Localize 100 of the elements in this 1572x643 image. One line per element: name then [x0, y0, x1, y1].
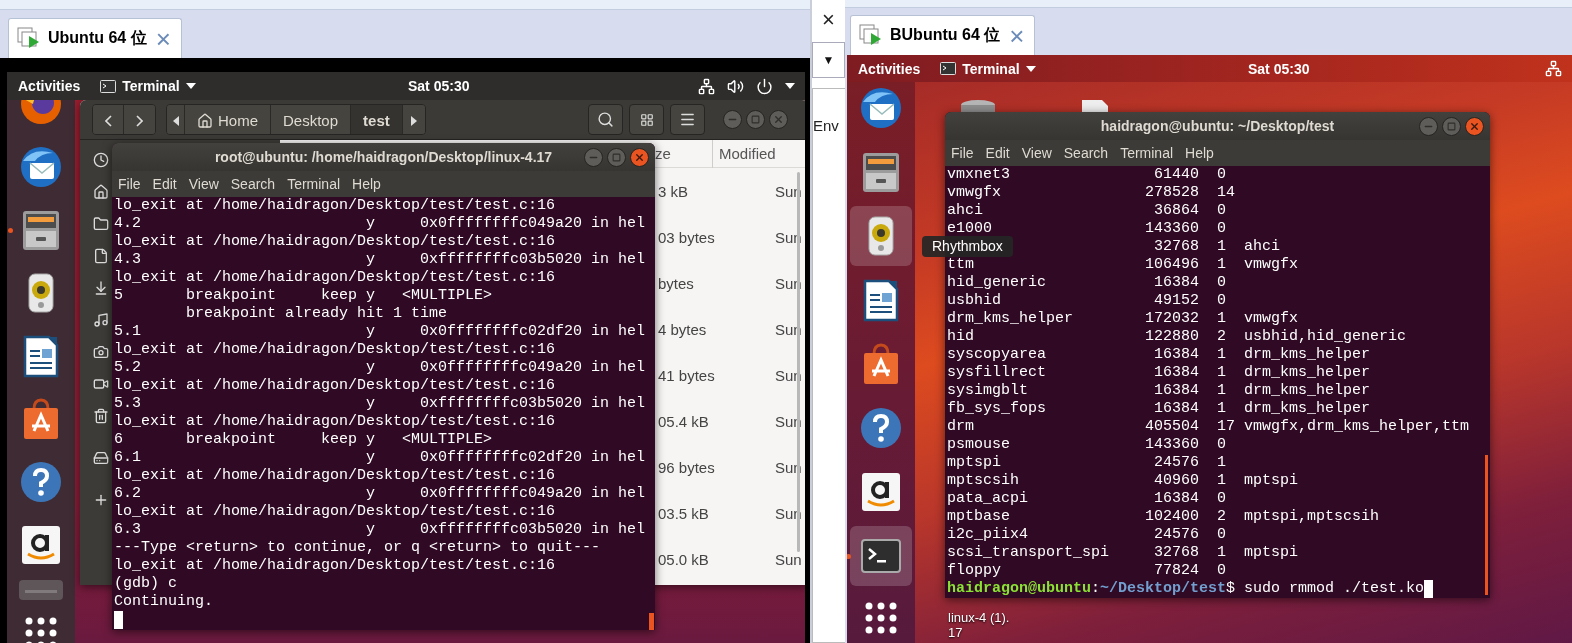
app-menu[interactable]: Terminal — [100, 78, 196, 94]
menu-item[interactable]: Edit — [985, 145, 1010, 161]
clock[interactable]: Sat 05:30 — [1248, 60, 1310, 77]
vm-icon — [17, 26, 41, 51]
terminal-line: sysfillrect 16384 1 drm_kms_helper — [947, 364, 1371, 382]
download-icon[interactable] — [93, 280, 109, 296]
menu-item[interactable]: Help — [352, 176, 381, 192]
file-size: 3 kB — [658, 182, 689, 200]
file-size: 4 bytes — [658, 320, 708, 338]
dock-item[interactable] — [850, 206, 912, 266]
file-modified: Sun — [775, 550, 802, 568]
terminal-icon — [940, 62, 957, 75]
mail-icon — [859, 86, 903, 130]
close-icon — [1469, 120, 1480, 132]
terminal-line: hid 122880 2 usbhid,hid_generic — [947, 328, 1407, 346]
menu-item[interactable]: Search — [230, 176, 276, 192]
close-button[interactable]: × — [812, 8, 845, 32]
file-name[interactable]: linux-4 (1). 17 — [948, 610, 1010, 640]
search-icon — [597, 111, 614, 128]
terminal-line: lo_exit at /home/haidragon/Desktop/test/test.c:16 — [114, 413, 556, 431]
panel-text: Env — [813, 117, 839, 134]
menu-item[interactable]: Search — [1063, 145, 1109, 161]
clock[interactable]: Sat 05:30 — [408, 78, 470, 94]
search-button[interactable] — [588, 104, 623, 135]
plus-icon[interactable] — [93, 492, 109, 508]
text-cursor — [1424, 580, 1434, 598]
vm-tab[interactable]: Ubuntu 64 位 × — [8, 18, 182, 58]
file-size: 41 bytes — [658, 366, 716, 384]
caret-icon — [185, 83, 196, 89]
vm-tab[interactable]: BUbuntu 64 位 × — [850, 15, 1036, 55]
menu-item[interactable]: View — [1021, 145, 1052, 161]
terminal-line: mptspi 24576 1 — [947, 454, 1227, 472]
column-header[interactable]: ze — [655, 145, 712, 162]
file-icon[interactable] — [93, 248, 109, 264]
terminal-line: lo_exit at /home/haidragon/Desktop/test/test.c:16 — [114, 197, 556, 215]
scrollbar-thumb[interactable] — [1485, 455, 1488, 595]
menu-item[interactable]: Terminal — [1120, 145, 1174, 161]
close-button[interactable]: × — [1007, 22, 1027, 49]
dropdown-button[interactable]: ▼ — [812, 42, 845, 78]
grid-icon — [639, 112, 654, 127]
terminal-line: Continuing. — [114, 593, 214, 611]
file-size: 96 bytes — [658, 458, 716, 476]
menu-item[interactable]: View — [188, 176, 219, 192]
text-cursor — [114, 611, 123, 629]
terminal-line: 4.3 y 0xffffffffc03b5020 in hel — [114, 251, 646, 269]
camera-icon[interactable] — [93, 344, 109, 360]
scroll-left-button[interactable] — [167, 105, 185, 134]
back-button[interactable] — [93, 105, 124, 134]
path-segment[interactable]: test — [351, 105, 403, 134]
maximize-icon — [1447, 121, 1456, 131]
menu-item[interactable]: File — [951, 145, 974, 161]
terminal-line: 6.2 y 0x0ffffffffc049a20 in hel — [114, 485, 646, 503]
home-icon — [197, 112, 213, 129]
terminal-line: 5.3 y 0xffffffffc03b5020 in hel — [114, 395, 646, 413]
view-button[interactable] — [629, 104, 664, 135]
drive-icon[interactable] — [93, 450, 109, 466]
terminal-line: psmouse 143360 0 — [947, 436, 1227, 454]
terminal-line: drm 405504 17 vmwgfx,drm_kms_helper,ttm — [947, 418, 1470, 436]
folder-icon[interactable] — [93, 216, 109, 232]
menu-item[interactable]: Edit — [152, 176, 177, 192]
video-icon[interactable] — [93, 376, 109, 392]
network-icon[interactable] — [698, 77, 715, 95]
terminal-line: sysimgblt 16384 1 drm_kms_helper — [947, 382, 1371, 400]
maximize-icon — [751, 115, 760, 124]
terminal-line: floppy 77824 0 — [947, 562, 1227, 580]
scrollbar-thumb[interactable] — [649, 613, 654, 630]
chevron-right-icon — [136, 114, 143, 127]
trash-icon[interactable] — [93, 408, 109, 424]
terminal-line: 4.2 y 0x0ffffffffc049a20 in hel — [114, 215, 646, 233]
terminal-line: i2c_piix4 24576 0 — [947, 526, 1227, 544]
activities-button[interactable]: Activities — [18, 78, 81, 94]
caret-right-icon — [410, 115, 417, 126]
terminal-line: 5.1 y 0x0ffffffffc02df20 in hel — [114, 323, 646, 341]
menu-item[interactable]: Help — [1185, 145, 1214, 161]
terminal-line: mptscsih 40960 1 mptspi — [947, 472, 1299, 490]
file-size: 03.5 kB — [658, 504, 710, 522]
network-icon[interactable] — [1545, 60, 1562, 77]
terminal-line: drm_kms_helper 172032 1 vmwgfx — [947, 310, 1299, 328]
help-icon — [19, 460, 63, 504]
window-title: haidragon@ubuntu: ~/Desktop/test — [1100, 118, 1335, 134]
power-icon[interactable] — [756, 77, 773, 95]
caret-icon[interactable] — [785, 83, 795, 89]
close-button[interactable] — [1465, 116, 1484, 136]
menu-button[interactable] — [670, 104, 705, 135]
music-icon[interactable] — [93, 312, 109, 328]
close-button[interactable] — [630, 147, 649, 167]
tab-title: BUbuntu 64 位 — [890, 25, 1001, 45]
terminal-line: usbhid 49152 0 — [947, 292, 1227, 310]
dock-item[interactable] — [850, 526, 912, 586]
menu-item[interactable]: File — [118, 176, 141, 192]
terminal-line: lo_exit at /home/haidragon/Desktop/test/test.c:16 — [114, 377, 556, 395]
volume-icon[interactable] — [727, 77, 744, 95]
terminal-line: lo_exit at /home/haidragon/Desktop/test/test.c:16 — [114, 233, 556, 251]
terminal-line: lo_exit at /home/haidragon/Desktop/test/test.c:16 — [114, 467, 556, 485]
home-icon[interactable] — [93, 184, 109, 200]
menu-item[interactable]: Terminal — [287, 176, 341, 192]
activities-button[interactable]: Activities — [858, 60, 921, 77]
clock-icon[interactable] — [93, 152, 109, 168]
column-header[interactable]: Modified — [712, 139, 776, 168]
app-menu[interactable]: Terminal — [940, 60, 1036, 77]
